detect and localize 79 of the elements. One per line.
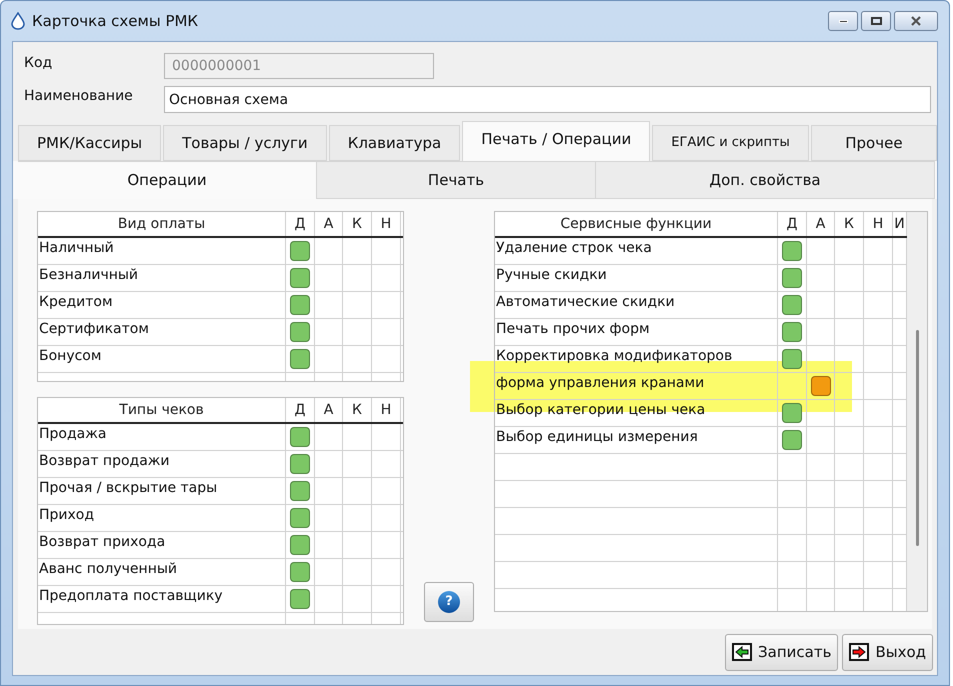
permission-indicator[interactable] xyxy=(810,376,830,396)
tab[interactable]: Прочее xyxy=(810,125,937,161)
field-label: Код xyxy=(24,54,54,72)
column-header: Д xyxy=(286,398,315,422)
row-label: Продажа xyxy=(38,424,286,450)
row-label: Ручные скидки xyxy=(495,265,778,291)
permission-indicator[interactable] xyxy=(290,535,310,555)
tab[interactable]: Печать xyxy=(317,161,596,199)
permission-indicator[interactable] xyxy=(290,454,310,474)
minimize-button[interactable] xyxy=(828,11,858,31)
tab[interactable]: ЕГАИС и скрипты xyxy=(652,125,809,161)
row-label: Предоплата поставщику xyxy=(38,586,286,612)
field-label: Наименование xyxy=(24,87,134,106)
permission-indicator[interactable] xyxy=(782,241,802,261)
column-header: Д xyxy=(778,212,807,236)
row-label: Возврат прихода xyxy=(38,532,286,558)
app-icon xyxy=(10,12,26,30)
tab[interactable]: Клавиатура xyxy=(328,125,460,161)
column-header: А xyxy=(807,212,835,236)
permission-indicator[interactable] xyxy=(782,295,802,315)
tab[interactable]: Товары / услуги xyxy=(163,125,327,161)
column-header: Н xyxy=(864,212,893,236)
arrow-into-box-icon xyxy=(732,643,752,661)
save-button[interactable]: Записать xyxy=(725,634,838,670)
column-header: К xyxy=(343,398,372,422)
permission-indicator[interactable] xyxy=(782,349,802,369)
tab[interactable]: Доп. свойства xyxy=(596,161,935,199)
column-header: Н xyxy=(372,398,401,422)
column-header: Д xyxy=(286,212,315,236)
permission-indicator[interactable] xyxy=(290,241,310,261)
row-label: Выбор единицы измерения xyxy=(495,427,778,453)
row-label: Удаление строк чека xyxy=(495,238,778,264)
row-label: форма управления кранами xyxy=(495,373,778,399)
scrollbar[interactable] xyxy=(907,212,927,611)
column-header: А xyxy=(315,212,343,236)
column-header: А xyxy=(315,398,343,422)
row-label: Возврат продажи xyxy=(38,451,286,477)
permission-indicator[interactable] xyxy=(290,481,310,501)
column-header: Типы чеков xyxy=(38,398,286,422)
arrow-out-of-box-icon xyxy=(849,643,870,661)
maximize-button[interactable] xyxy=(861,11,891,31)
column-header: К xyxy=(835,212,864,236)
permission-indicator[interactable] xyxy=(782,268,802,288)
column-header: Н xyxy=(372,212,401,236)
row-label: Автоматические скидки xyxy=(495,292,778,318)
row-label: Безналичный xyxy=(38,265,286,291)
text-field[interactable]: Основная схема xyxy=(164,86,931,113)
row-label: Кредитом xyxy=(38,292,286,318)
permission-indicator[interactable] xyxy=(782,430,802,450)
row-label: Аванс полученный xyxy=(38,559,286,585)
permission-indicator[interactable] xyxy=(290,349,310,369)
row-label: Корректировка модификаторов xyxy=(495,346,778,372)
close-icon xyxy=(911,16,921,26)
help-icon: ? xyxy=(438,591,460,613)
permission-indicator[interactable] xyxy=(290,589,310,609)
tab[interactable]: РМК/Кассиры xyxy=(18,125,162,161)
row-label: Печать прочих форм xyxy=(495,319,778,345)
exit-button[interactable]: Выход xyxy=(842,634,933,670)
permission-indicator[interactable] xyxy=(782,322,802,342)
tab[interactable]: Печать / Операции xyxy=(462,121,650,161)
help-button[interactable]: ? xyxy=(424,582,474,622)
tab[interactable]: Операции xyxy=(18,161,317,199)
permission-indicator[interactable] xyxy=(290,562,310,582)
window-title: Карточка схемы РМК xyxy=(32,10,198,32)
permission-indicator[interactable] xyxy=(290,295,310,315)
row-label: Прочая / вскрытие тары xyxy=(38,478,286,504)
row-label: Бонусом xyxy=(38,346,286,372)
permission-indicator[interactable] xyxy=(290,268,310,288)
permission-indicator[interactable] xyxy=(290,322,310,342)
row-label: Приход xyxy=(38,505,286,531)
column-header: Сервисные функции xyxy=(495,212,778,236)
column-header: К xyxy=(343,212,372,236)
column-header: Вид оплаты xyxy=(38,212,286,236)
permission-indicator[interactable] xyxy=(290,508,310,528)
close-button[interactable] xyxy=(894,11,938,31)
permission-indicator[interactable] xyxy=(290,427,310,447)
permission-indicator[interactable] xyxy=(782,403,802,423)
row-label: Наличный xyxy=(38,238,286,264)
row-label: Сертификатом xyxy=(38,319,286,345)
